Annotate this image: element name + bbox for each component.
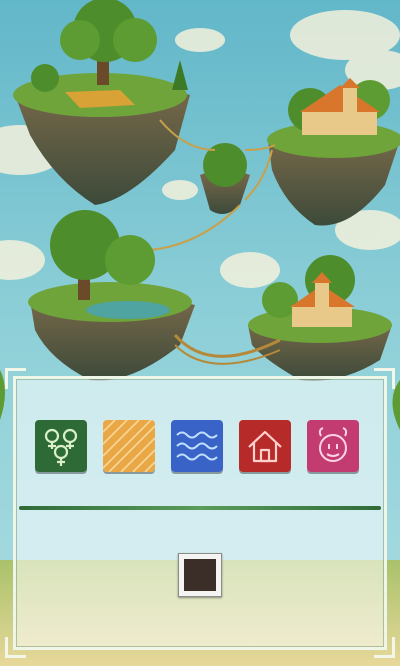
answer-slot-fill	[184, 559, 216, 591]
bull-face-icon	[307, 420, 359, 472]
panel-divider	[19, 506, 381, 510]
panel-corner-ornament	[374, 637, 395, 658]
panel-corner-ornament	[5, 368, 26, 389]
game-panel	[5, 368, 395, 658]
diagonal-stripes-tile[interactable]	[103, 420, 155, 472]
answer-slot[interactable]	[178, 553, 222, 597]
diagonal-stripes-icon	[103, 420, 155, 472]
gender-symbols-tile[interactable]	[35, 420, 87, 472]
bull-face-tile[interactable]	[307, 420, 359, 472]
gender-symbols-icon	[35, 420, 87, 472]
house-tile[interactable]	[239, 420, 291, 472]
panel-corner-ornament	[5, 637, 26, 658]
house-icon	[239, 420, 291, 472]
waves-tile[interactable]	[171, 420, 223, 472]
symbol-tile-row	[35, 420, 365, 476]
panel-background	[13, 376, 387, 650]
panel-corner-ornament	[374, 368, 395, 389]
waves-icon	[171, 420, 223, 472]
